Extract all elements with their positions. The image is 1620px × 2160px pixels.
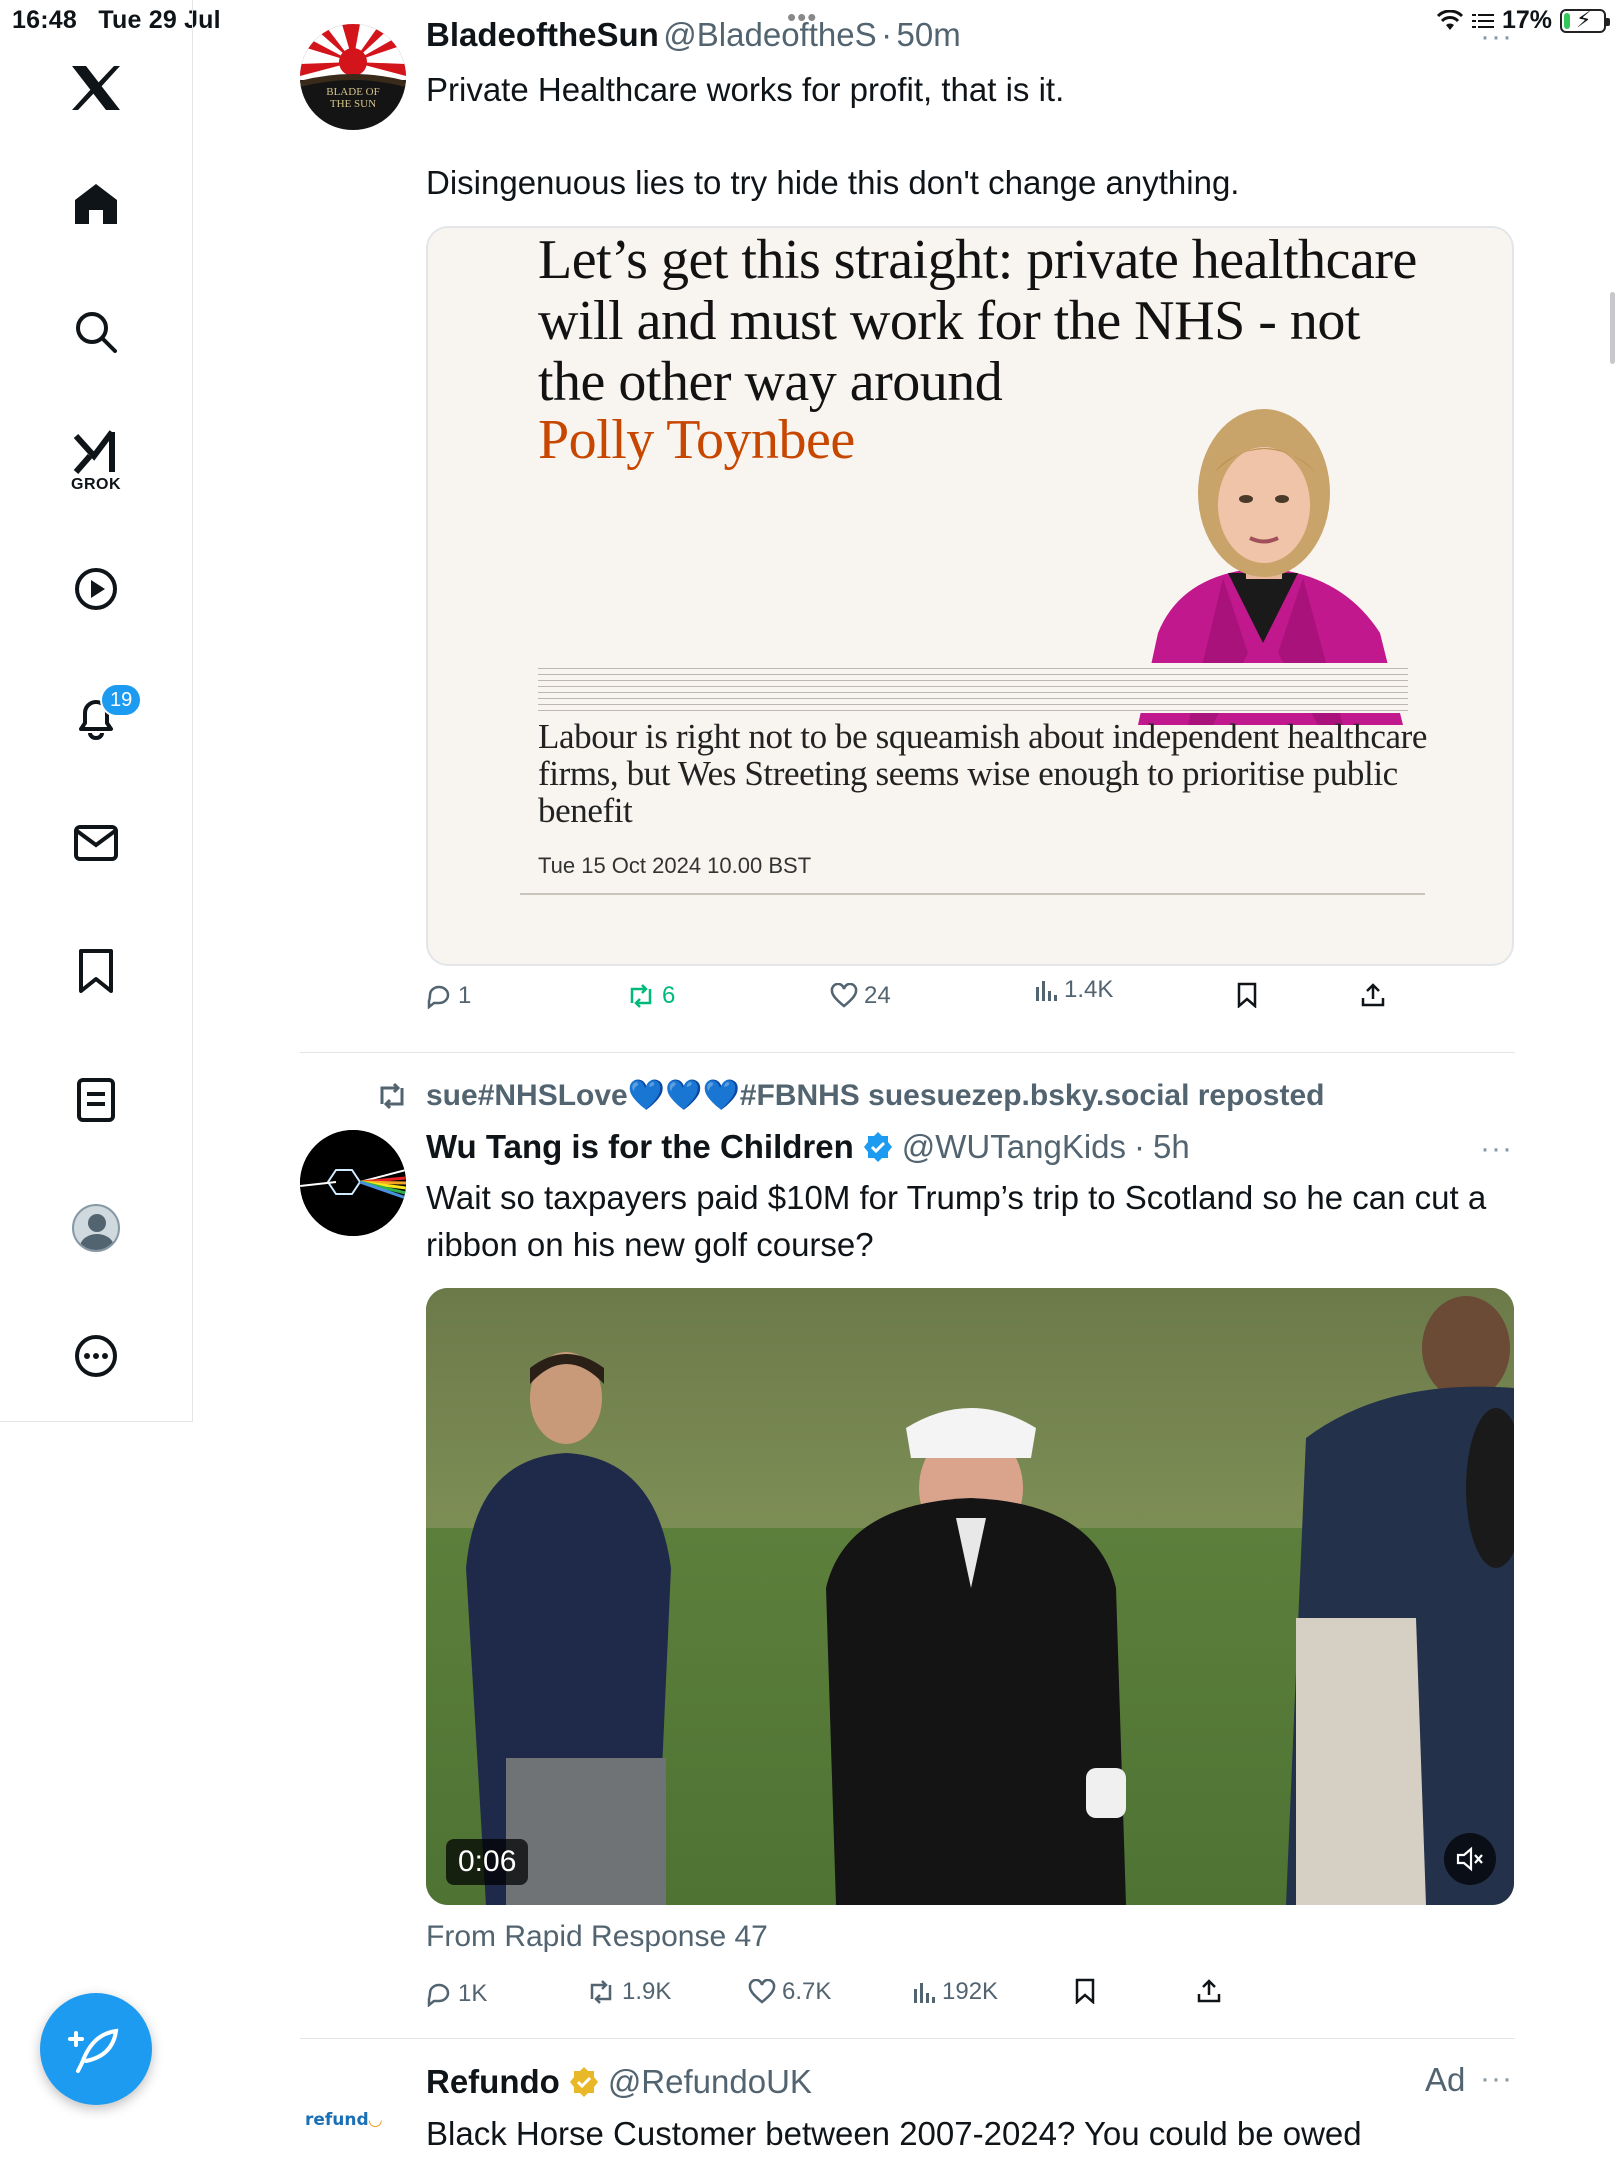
article-rule-lines [538,663,1408,713]
post-actions: 1 6 24 1.4K [426,976,1426,1022]
post-text-line-2: Disingenuous lies to try hide this don't… [426,164,1240,201]
more-options-icon[interactable] [0,1330,192,1382]
reply-button[interactable]: 1 [426,982,471,1010]
views-count: 192K [942,1978,999,2005]
views-count: 1.4K [1064,976,1114,1003]
post-divider [300,1052,1515,1053]
avatar-text: BLADE OF THE SUN [326,86,380,110]
bookmarks-icon[interactable] [0,945,192,997]
author-name[interactable]: Wu Tang is for the Children [426,1128,854,1166]
video-timestamp: 0:06 [446,1839,529,1885]
share-icon [1361,983,1385,1007]
repost-icon [380,1082,404,1109]
article-standfirst: Labour is right not to be squeamish abou… [538,717,1427,830]
share-icon [1197,1979,1221,2003]
refundo-logo[interactable]: refund◡ [305,2110,390,2130]
scroll-indicator[interactable] [1610,292,1615,364]
heart-icon [830,983,858,1008]
post-divider [300,2038,1515,2039]
post-more-icon[interactable]: ··· [1480,1132,1513,1166]
author-handle[interactable]: @RefundoUK [608,2063,812,2101]
bookmark-icon [1075,1978,1095,2004]
bookmark-button[interactable] [1236,982,1258,1008]
article-image[interactable]: Let’s get this straight: private healthc… [426,226,1514,966]
compose-feather-icon [68,2028,119,2073]
notifications-bell-icon[interactable] [0,690,192,744]
post-more-icon[interactable]: ··· [1480,2062,1513,2096]
separator-dot: · [1134,1128,1146,1165]
compose-post-button[interactable] [40,1993,152,2105]
repost-button[interactable]: 1.9K [586,1978,671,2006]
repost-button[interactable]: 6 [626,982,675,1010]
like-button[interactable]: 24 [830,982,891,1010]
post-time[interactable]: 5h [1153,1128,1190,1166]
like-count: 24 [864,982,891,1009]
home-icon[interactable] [0,178,192,230]
battery-icon: ⚡ [1560,7,1610,33]
heart-icon [748,1979,776,2004]
ad-label: Ad [1425,2061,1466,2098]
share-button[interactable] [1360,982,1386,1008]
like-button[interactable]: 6.7K [748,1978,831,2006]
article-date: Tue 15 Oct 2024 10.00 BST [538,853,812,878]
author-handle[interactable]: @WUTangKids [902,1128,1126,1166]
post-text: Black Horse Customer between 2007-2024? … [426,2115,1362,2152]
views-button[interactable]: 192K [912,1978,998,2006]
share-button[interactable] [1196,1978,1222,2004]
video-frame-image [426,1288,1514,1905]
reply-count: 1 [458,982,472,1009]
reply-icon [427,1983,450,2007]
search-icon[interactable] [0,306,192,358]
article-byline: Polly Toynbee [538,409,855,471]
messages-envelope-icon[interactable] [0,817,192,869]
repost-count: 6 [662,982,676,1009]
verified-badge-icon [863,1132,892,1162]
author-handle[interactable]: @BladeoftheS [663,16,876,53]
x-logo-icon[interactable] [0,58,192,118]
repost-context: sue#NHSLove💙💙💙#FBNHS suesuezep.bsky.soci… [376,1078,1324,1113]
repost-icon [590,1980,612,2004]
article-bottom-rule [520,893,1425,895]
mute-button[interactable] [1444,1833,1496,1885]
sidebar: GROK 19 [0,0,193,1422]
post-actions: 1K 1.9K 6.7K 192K [426,1978,1426,2020]
repost-icon [630,984,652,1008]
post-header: Refundo @RefundoUK [426,2063,812,2101]
reply-icon [427,985,450,1009]
wifi-icon [1436,9,1464,30]
post-text: Wait so taxpayers paid $10M for Trump’s … [426,1179,1487,1263]
profile-avatar-icon[interactable] [0,1202,192,1254]
lists-icon[interactable] [0,1074,192,1126]
video-player[interactable]: 0:06 [426,1288,1514,1905]
article-headline: Let’s get this straight: private healthc… [538,229,1417,413]
bookmark-icon [1237,982,1257,1008]
post-header: Wu Tang is for the Children @WUTangKids … [426,1128,1190,1166]
views-chart-icon [914,1983,935,2003]
author-name[interactable]: BladeoftheSun [426,16,659,53]
repost-context-text[interactable]: sue#NHSLove💙💙💙#FBNHS suesuezep.bsky.soci… [426,1078,1324,1113]
post-more-icon[interactable]: ··· [1480,20,1513,54]
author-avatar[interactable]: BLADE OF THE SUN [300,24,406,130]
author-name[interactable]: Refundo [426,2063,560,2101]
views-button[interactable]: 1.4K [1034,976,1113,1004]
post-text-line-1: Private Healthcare works for profit, tha… [426,71,1065,108]
video-play-icon[interactable] [0,563,192,615]
reply-count: 1K [458,1980,488,2007]
repost-count: 1.9K [622,1978,672,2005]
post-time[interactable]: 50m [897,16,961,53]
grok-icon[interactable] [0,425,192,475]
notification-badge: 19 [100,683,143,717]
grok-label: GROK [71,476,121,493]
status-right: 17% ⚡ [1436,6,1610,35]
bookmark-button[interactable] [1074,1978,1096,2004]
views-chart-icon [1036,981,1057,1001]
author-avatar[interactable] [300,1130,406,1236]
separator-dot: · [881,16,893,53]
speaker-muted-icon [1456,1846,1483,1872]
post-header: BladeoftheSun @BladeoftheS · 50m [426,16,961,54]
like-count: 6.7K [782,1978,832,2005]
verified-gold-badge-icon [569,2067,598,2097]
video-source[interactable]: From Rapid Response 47 [426,1920,768,1954]
reply-button[interactable]: 1K [426,1980,487,2008]
